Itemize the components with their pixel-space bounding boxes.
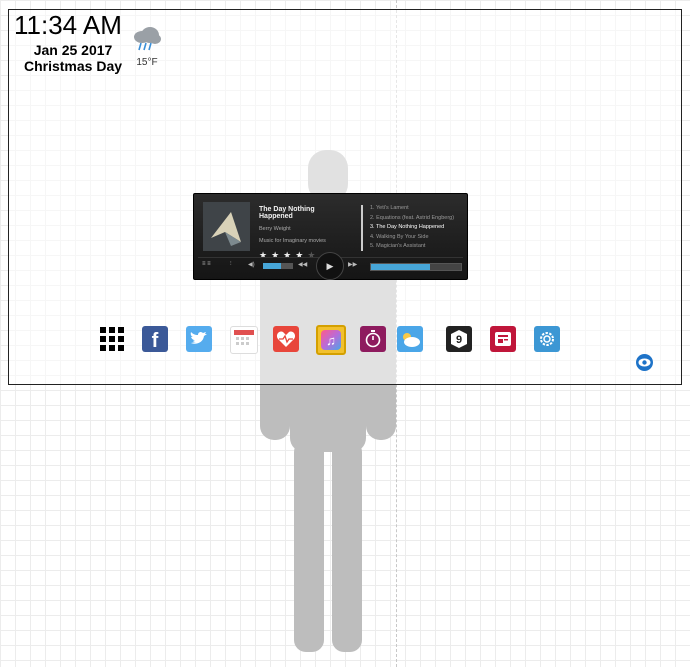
weather-widget: 15°F	[132, 26, 162, 68]
volume-slider[interactable]	[263, 263, 293, 269]
rain-cloud-icon	[134, 27, 161, 51]
track-artist: Berry Weight	[259, 226, 291, 232]
equalizer-icon[interactable]: ⫶	[230, 261, 232, 268]
clock-widget: 11:34 AM Jan 25 2017 Christmas Day	[14, 10, 132, 74]
playlist-item-active[interactable]: 3. The Day Nothing Happened	[370, 223, 464, 233]
timer-icon[interactable]	[360, 326, 386, 352]
music-icon[interactable]: ♫	[316, 325, 346, 355]
settings-icon[interactable]	[534, 326, 560, 352]
health-icon[interactable]	[273, 326, 299, 352]
facebook-icon[interactable]: f	[142, 326, 168, 352]
play-button[interactable]: ▶	[316, 252, 344, 280]
apps-grid-icon[interactable]	[99, 326, 125, 352]
previous-icon[interactable]: ◀◀	[298, 261, 307, 268]
track-title: The Day Nothing Happened	[259, 206, 315, 220]
progress-bar[interactable]	[370, 263, 462, 271]
news-icon[interactable]	[490, 326, 516, 352]
volume-icon[interactable]: ◀)	[248, 261, 255, 268]
weather-app-icon[interactable]	[397, 326, 423, 352]
eye-icon[interactable]	[636, 354, 653, 371]
playlist-item[interactable]: 5. Magician's Assistant	[370, 242, 464, 252]
next-icon[interactable]: ▶▶	[348, 261, 357, 268]
svg-text:9: 9	[456, 334, 462, 346]
playlist: 1. Yeti's Lament 2. Equations (feat. Ast…	[370, 204, 464, 252]
track-album: Music for Imaginary movies	[259, 238, 326, 244]
album-cover	[203, 202, 250, 251]
9gag-icon[interactable]: 9	[446, 326, 472, 352]
progress-fill	[371, 264, 430, 270]
playlist-item[interactable]: 1. Yeti's Lament	[370, 204, 464, 214]
clock-time: 11:34 AM	[14, 10, 122, 40]
playlist-item[interactable]: 2. Equations (feat. Astrid Engberg)	[370, 214, 464, 224]
calendar-icon[interactable]	[230, 326, 258, 354]
playlist-divider	[361, 205, 363, 251]
playlist-toggle-icon[interactable]: ≡ ≡	[202, 261, 211, 267]
volume-fill	[263, 263, 281, 269]
playlist-item[interactable]: 4. Walking By Your Side	[370, 233, 464, 243]
clock-date: Jan 25 2017	[33, 42, 113, 58]
music-player: The Day Nothing Happened Berry Weight Mu…	[193, 193, 468, 280]
app-dock: f ♫ 9	[99, 325, 569, 356]
twitter-icon[interactable]	[186, 326, 212, 352]
player-controls: ≡ ≡ ⫶ ◀) ◀◀ ▶ ▶▶	[198, 252, 463, 280]
weather-temperature: 15°F	[136, 57, 158, 68]
holiday-label: Christmas Day	[23, 58, 123, 74]
